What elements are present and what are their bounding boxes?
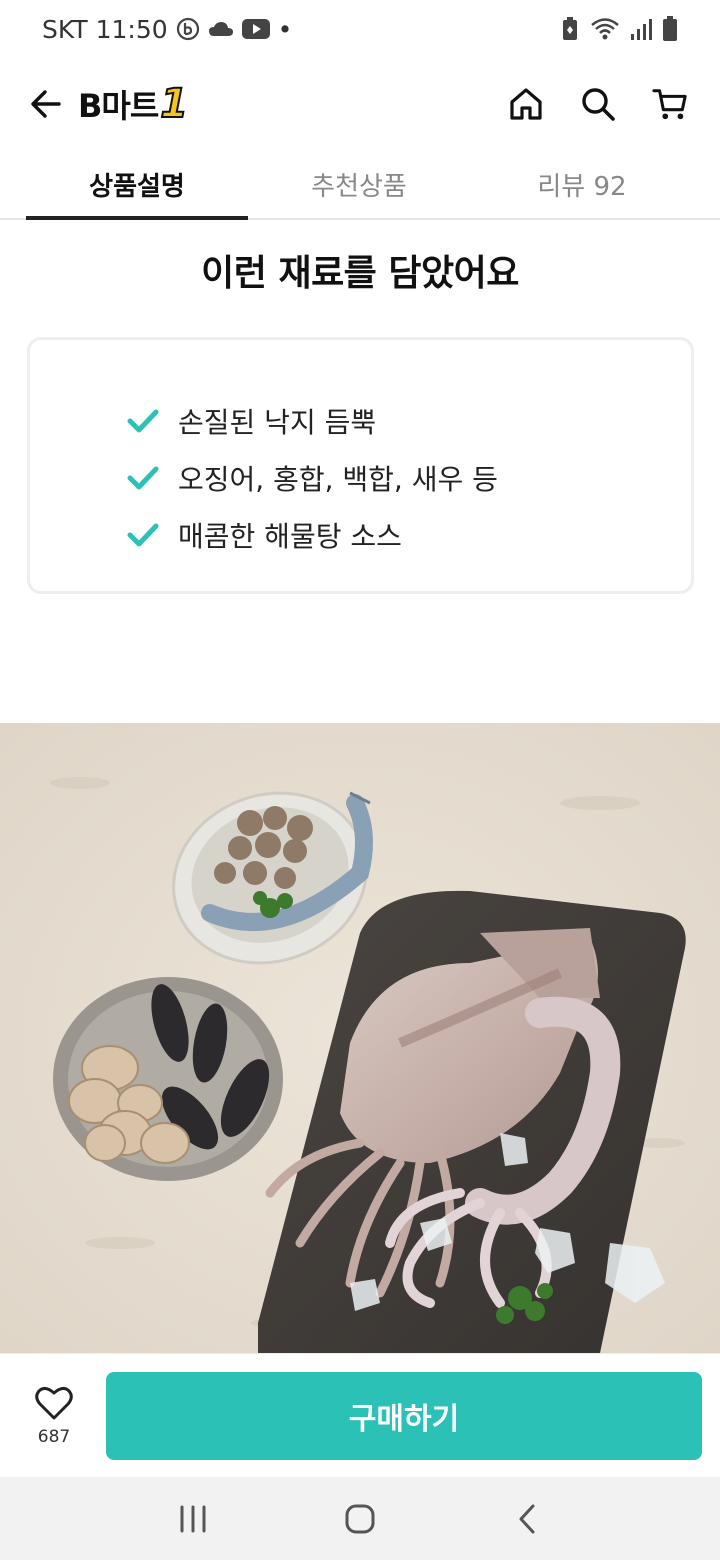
signal-icon xyxy=(630,17,652,41)
home-nav-icon xyxy=(345,1504,375,1533)
check-icon xyxy=(126,461,160,495)
clock: 11:50 xyxy=(95,14,168,44)
tab-recommended[interactable]: 추천상품 xyxy=(248,150,470,218)
search-button[interactable] xyxy=(580,86,616,122)
check-icon xyxy=(126,518,160,552)
purchase-bar: 687 구매하기 xyxy=(0,1353,720,1477)
status-bar: SKT 11:50 • xyxy=(0,0,720,58)
search-icon xyxy=(582,88,615,121)
bmart-logo[interactable]: B마트 1 xyxy=(78,80,189,128)
app-header: B마트 1 xyxy=(0,58,720,150)
cart-button[interactable] xyxy=(652,86,688,122)
ingredient-item: 오징어, 홍합, 백합, 새우 등 xyxy=(126,449,691,506)
back-nav-icon xyxy=(519,1504,535,1533)
tab-description[interactable]: 상품설명 xyxy=(26,150,248,220)
tab-reviews[interactable]: 리뷰 92 xyxy=(470,150,694,218)
ingredient-card: 손질된 낙지 듬뿍 오징어, 홍합, 백합, 새우 등 매콤한 해물탕 소스 xyxy=(27,337,694,594)
ingredient-text: 손질된 낙지 듬뿍 xyxy=(178,405,377,439)
header-actions xyxy=(508,86,694,122)
b-app-icon xyxy=(176,17,200,41)
status-left: SKT 11:50 • xyxy=(42,15,292,44)
recent-apps-button[interactable] xyxy=(163,1489,223,1549)
screen: SKT 11:50 • B마트 1 상품설명 추천상품 리뷰 92 이런 재료를… xyxy=(0,0,720,1560)
heart-icon xyxy=(35,1386,73,1419)
arrow-left-icon xyxy=(31,90,61,118)
ingredient-text: 오징어, 홍합, 백합, 새우 등 xyxy=(178,462,498,496)
back-button[interactable] xyxy=(26,84,66,124)
buy-button[interactable]: 구매하기 xyxy=(106,1371,702,1460)
battery-saver-icon xyxy=(560,17,580,41)
cloud-icon xyxy=(208,19,234,39)
home-icon xyxy=(510,88,542,120)
back-nav-button[interactable] xyxy=(497,1489,557,1549)
product-photo xyxy=(0,723,720,1353)
recent-apps-icon xyxy=(180,1505,206,1532)
system-nav-bar xyxy=(0,1477,720,1560)
like-button[interactable]: 687 xyxy=(18,1368,90,1464)
logo-number: 1 xyxy=(159,80,189,128)
like-count: 687 xyxy=(37,1426,71,1447)
carrier: SKT xyxy=(42,14,88,44)
tab-bar: 상품설명 추천상품 리뷰 92 xyxy=(0,150,720,220)
check-icon xyxy=(126,404,160,438)
home-nav-button[interactable] xyxy=(330,1489,390,1549)
cart-icon xyxy=(652,89,687,120)
ingredient-item: 손질된 낙지 듬뿍 xyxy=(126,392,691,449)
wifi-icon xyxy=(590,17,620,41)
ingredient-item: 매콤한 해물탕 소스 xyxy=(126,506,691,563)
logo-text: B마트 xyxy=(78,87,159,125)
ingredient-text: 매콤한 해물탕 소스 xyxy=(178,519,402,553)
section-title: 이런 재료를 담았어요 xyxy=(201,253,519,294)
home-button[interactable] xyxy=(508,86,544,122)
status-right xyxy=(560,16,678,42)
notification-dot: • xyxy=(277,14,293,44)
battery-icon xyxy=(662,16,678,42)
youtube-icon xyxy=(241,19,270,39)
